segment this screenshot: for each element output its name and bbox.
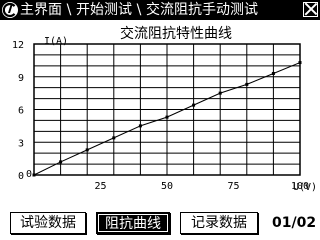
data-point <box>218 91 222 95</box>
x-tick-label: 50 <box>161 181 173 192</box>
data-point <box>165 115 169 119</box>
breadcrumb-separator: \ <box>136 2 142 18</box>
breadcrumb: 主界面 \ 开始测试 \ 交流阻抗手动测试 <box>20 0 258 20</box>
chart-title: 交流阻抗特性曲线 <box>120 25 232 42</box>
title-bar: 主界面 \ 开始测试 \ 交流阻抗手动测试 <box>0 0 320 20</box>
data-point <box>85 148 89 152</box>
x-tick-label: 75 <box>227 181 239 192</box>
data-point <box>298 61 302 65</box>
y-axis-label: I(A) <box>44 36 68 47</box>
impedance-chart: 交流阻抗特性曲线 I(A) U(V) 036912025 50 75 100 <box>12 25 317 193</box>
x-tick-label: 100 <box>291 181 309 192</box>
data-point <box>112 136 116 140</box>
record-data-button[interactable]: 记录数据 <box>180 212 258 234</box>
data-point <box>59 160 63 164</box>
y-tick-label: 6 <box>18 106 24 117</box>
x-tick-label: 0 <box>26 169 32 180</box>
breadcrumb-item-ac-impedance-test: 交流阻抗手动测试 <box>146 2 258 18</box>
data-point <box>32 173 36 177</box>
y-tick-label: 3 <box>18 138 24 149</box>
data-point <box>245 82 249 86</box>
breadcrumb-item-start-test[interactable]: 开始测试 <box>76 0 132 20</box>
y-tick-label: 9 <box>18 73 24 84</box>
page-indicator: 01/02 <box>272 215 317 231</box>
test-data-button[interactable]: 试验数据 <box>10 212 86 234</box>
data-point <box>138 124 142 128</box>
close-icon[interactable] <box>303 2 318 17</box>
impedance-curve-button[interactable]: 阻抗曲线 <box>96 212 170 234</box>
data-point <box>192 103 196 107</box>
y-tick-label: 12 <box>12 40 24 51</box>
data-point <box>271 71 275 75</box>
x-tick-label: 25 <box>94 181 106 192</box>
breadcrumb-item-main[interactable]: 主界面 <box>20 0 62 20</box>
y-tick-label: 0 <box>18 171 24 182</box>
logo-icon <box>2 2 18 18</box>
tick-labels: 0 3 6 9 12 0 25 50 75 100 <box>12 40 309 192</box>
breadcrumb-separator: \ <box>66 2 72 18</box>
